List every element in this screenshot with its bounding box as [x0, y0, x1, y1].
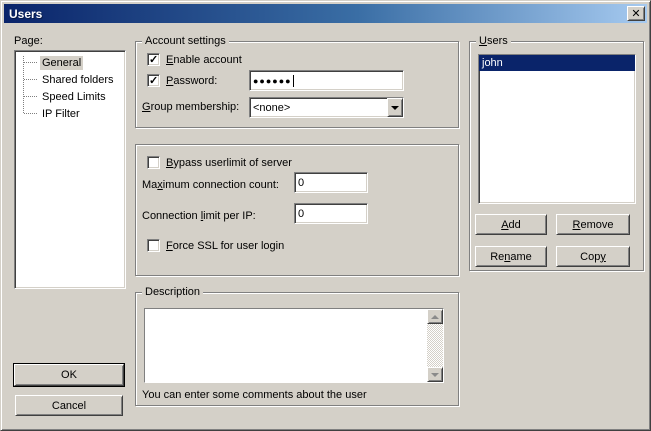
bypass-userlimit-checkbox[interactable]: [147, 156, 160, 169]
bypass-userlimit-label: Bypass userlimit of server: [166, 157, 292, 170]
password-checkbox[interactable]: [147, 74, 160, 87]
add-button[interactable]: Add: [475, 214, 547, 235]
enable-account-label: Enable account: [166, 54, 242, 67]
dropdown-button[interactable]: [387, 98, 403, 117]
group-membership-select[interactable]: <none>: [249, 97, 404, 118]
password-input[interactable]: ●●●●●●: [249, 70, 404, 91]
arrow-up-icon: [431, 315, 439, 319]
remove-button[interactable]: Remove: [556, 214, 630, 235]
copy-button[interactable]: Copy: [556, 246, 630, 267]
max-connection-input[interactable]: 0: [294, 172, 368, 193]
scroll-track[interactable]: [427, 324, 443, 367]
tree-item-shared-folders[interactable]: Shared folders: [15, 71, 125, 88]
tree-item-ip-filter[interactable]: IP Filter: [15, 105, 125, 122]
close-button[interactable]: ✕: [627, 6, 645, 21]
group-membership-label: Group membership:: [142, 101, 239, 114]
description-title: Description: [142, 286, 203, 299]
list-item-john[interactable]: john: [479, 55, 635, 71]
tree-item-general[interactable]: General: [15, 54, 125, 71]
ok-button[interactable]: OK: [14, 364, 124, 386]
scroll-up-button[interactable]: [427, 309, 443, 324]
enable-account-checkbox[interactable]: [147, 53, 160, 66]
ip-limit-label: Connection limit per IP:: [142, 210, 256, 223]
arrow-down-icon: [431, 373, 439, 377]
description-hint: You can enter some comments about the us…: [142, 389, 367, 402]
max-connection-label: Maximum connection count:: [142, 179, 279, 192]
window-title: Users: [4, 7, 627, 21]
users-group-title: Users: [476, 35, 511, 48]
password-dots: ●●●●●●: [253, 76, 292, 86]
description-textarea[interactable]: [145, 309, 427, 382]
scroll-down-button[interactable]: [427, 367, 443, 382]
force-ssl-checkbox[interactable]: [147, 239, 160, 252]
password-label: Password:: [166, 75, 217, 88]
users-dialog: Users ✕ Page: General Shared folders Spe…: [0, 0, 651, 431]
close-icon: ✕: [631, 7, 640, 20]
tree-item-speed-limits[interactable]: Speed Limits: [15, 88, 125, 105]
group-membership-value: <none>: [250, 98, 387, 117]
ip-limit-input[interactable]: 0: [294, 203, 368, 224]
description-scrollbar[interactable]: [427, 309, 443, 382]
account-settings-title: Account settings: [142, 35, 229, 48]
page-label: Page:: [14, 35, 43, 48]
chevron-down-icon: [391, 106, 399, 110]
description-textarea-frame: [144, 308, 444, 383]
users-list[interactable]: john: [478, 54, 636, 204]
cancel-button[interactable]: Cancel: [15, 395, 123, 416]
rename-button[interactable]: Rename: [475, 246, 547, 267]
title-bar: Users ✕: [4, 4, 647, 23]
text-caret: [293, 75, 294, 87]
force-ssl-label: Force SSL for user login: [166, 240, 284, 253]
page-tree: General Shared folders Speed Limits IP F…: [14, 50, 126, 289]
